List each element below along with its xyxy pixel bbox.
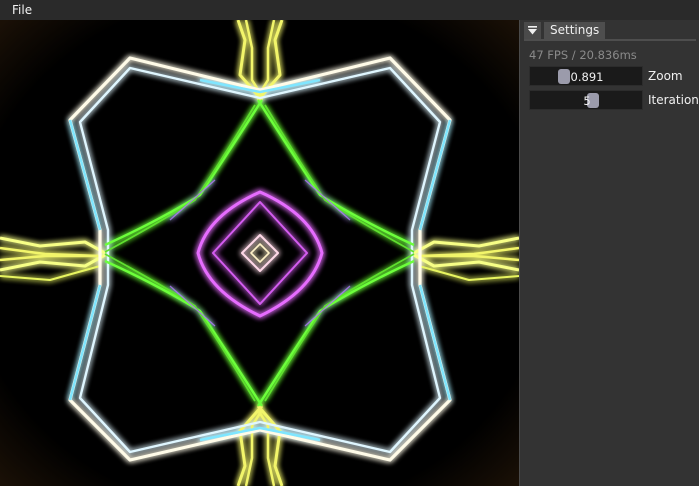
fps-readout: 47 FPS / 20.836ms [529, 48, 637, 62]
render-viewport[interactable] [0, 20, 519, 486]
settings-panel: Settings 47 FPS / 20.836ms 0.891 Zoom 5 … [519, 20, 699, 486]
menu-file[interactable]: File [12, 3, 32, 17]
menu-bar: File [0, 0, 699, 21]
triangle-down-icon[interactable] [524, 22, 541, 39]
iteration-value: 5 [583, 94, 591, 108]
header-divider [524, 39, 696, 41]
settings-tab[interactable]: Settings [544, 22, 606, 39]
zoom-slider[interactable]: 0.891 [529, 66, 643, 86]
fractal-render [0, 20, 519, 486]
zoom-label: Zoom [648, 69, 683, 83]
iteration-slider[interactable]: 5 [529, 90, 643, 110]
iteration-label: Iteration [648, 93, 699, 107]
zoom-value: 0.891 [570, 70, 604, 84]
settings-header: Settings [524, 22, 606, 39]
